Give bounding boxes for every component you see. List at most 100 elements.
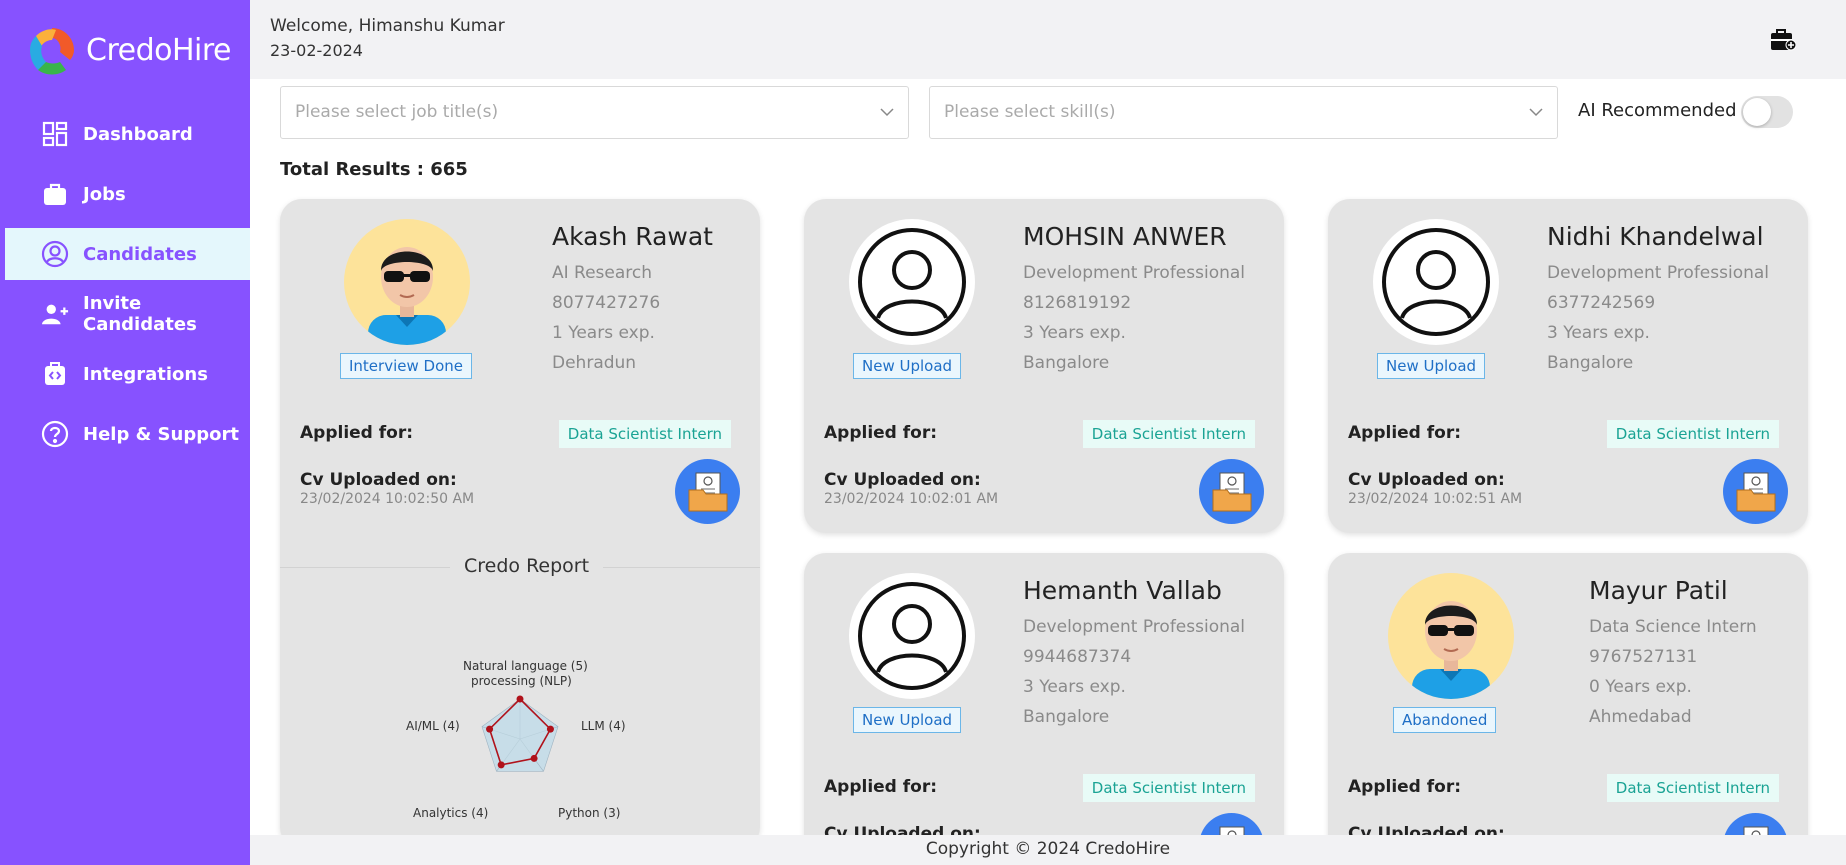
radar-point[interactable] [486, 725, 494, 733]
skills-radar-chart [481, 695, 559, 772]
candidate-phone: 8077427276 [552, 293, 661, 313]
candidate-avatar [849, 573, 975, 699]
dashboard-icon [41, 120, 69, 148]
cv-uploaded-label: Cv Uploaded on: [824, 470, 981, 490]
applied-for-label: Applied for: [1348, 777, 1462, 797]
job-tag: Data Scientist Intern [1082, 774, 1255, 802]
candidate-experience: 3 Years exp. [1547, 323, 1650, 343]
logo[interactable]: CredoHire [26, 24, 232, 76]
welcome-text: Welcome, Himanshu Kumar [270, 16, 505, 36]
candidate-phone: 9944687374 [1023, 647, 1132, 667]
sidebar-item-dashboard[interactable]: Dashboard [5, 108, 250, 160]
briefcase-plus-icon[interactable] [1770, 28, 1797, 52]
sidebar-nav: Dashboard Jobs Candidates Invite Candida… [0, 108, 250, 468]
skill-placeholder: Please select skill(s) [944, 102, 1116, 122]
briefcase-icon [41, 180, 69, 208]
candidate-location: Bangalore [1023, 707, 1110, 727]
toggle-knob [1743, 98, 1771, 126]
sidebar-item-label: Help & Support [83, 423, 239, 445]
candidate-experience: 3 Years exp. [1023, 677, 1126, 697]
candidate-phone: 6377242569 [1547, 293, 1656, 313]
candidate-experience: 3 Years exp. [1023, 323, 1126, 343]
chevron-down-icon [1529, 108, 1543, 117]
radar-label: Natural language (5) [463, 659, 588, 673]
view-cv-button[interactable] [675, 459, 740, 524]
cv-uploaded-date: 23/02/2024 10:02:51 AM [1348, 491, 1523, 507]
cv-uploaded-date: 23/02/2024 10:02:50 AM [300, 491, 475, 507]
candidate-name: Mayur Patil [1589, 576, 1728, 605]
candidate-card[interactable]: New Upload MOHSIN ANWER Development Prof… [804, 199, 1284, 533]
status-badge: New Upload [853, 353, 962, 379]
applied-for-label: Applied for: [824, 777, 938, 797]
job-title-select[interactable]: Please select job title(s) [280, 86, 909, 139]
status-badge: New Upload [1377, 353, 1486, 379]
candidate-avatar [1373, 219, 1499, 345]
default-user-icon [858, 228, 966, 336]
view-cv-button[interactable] [1723, 459, 1788, 524]
sidebar-item-integrations[interactable]: Integrations [5, 348, 250, 400]
candidate-card[interactable]: New Upload Hemanth Vallab Development Pr… [804, 553, 1284, 865]
cv-folder-icon [1736, 472, 1775, 511]
candidate-phone: 8126819192 [1023, 293, 1132, 313]
view-cv-button[interactable] [1199, 459, 1264, 524]
candidate-card[interactable]: Interview Done Akash Rawat AI Research 8… [280, 199, 760, 849]
radar-point[interactable] [546, 725, 554, 733]
candidate-location: Bangalore [1547, 353, 1634, 373]
copyright-text: Copyright © 2024 CredoHire [925, 839, 1171, 859]
candidate-avatar [344, 219, 470, 345]
top-header: Welcome, Himanshu Kumar 23-02-2024 [250, 0, 1846, 79]
candidate-role: Development Professional [1023, 617, 1246, 637]
job-title-placeholder: Please select job title(s) [295, 102, 499, 122]
chevron-down-icon [880, 108, 894, 117]
candidate-avatar [849, 219, 975, 345]
candidate-experience: 0 Years exp. [1589, 677, 1692, 697]
job-tag: Data Scientist Intern [558, 420, 731, 448]
help-icon [41, 420, 69, 448]
footer: Copyright © 2024 CredoHire [250, 835, 1846, 865]
radar-label: Python (3) [558, 806, 621, 820]
candidate-role: Development Professional [1547, 263, 1770, 283]
job-tag: Data Scientist Intern [1082, 420, 1255, 448]
sidebar-item-jobs[interactable]: Jobs [5, 168, 250, 220]
candidate-phone: 9767527131 [1589, 647, 1698, 667]
cartoon-avatar-icon [368, 247, 446, 345]
status-badge: Interview Done [340, 353, 472, 379]
radar-point[interactable] [530, 754, 538, 762]
candidate-location: Bangalore [1023, 353, 1110, 373]
job-tag: Data Scientist Intern [1606, 420, 1779, 448]
cv-folder-icon [1212, 472, 1251, 511]
cv-uploaded-label: Cv Uploaded on: [1348, 470, 1505, 490]
applied-for-label: Applied for: [824, 423, 938, 443]
radar-point[interactable] [497, 761, 505, 769]
candidate-name: Akash Rawat [552, 222, 713, 251]
radar-label: LLM (4) [581, 719, 626, 733]
main-content: Please select job title(s) Please select… [250, 79, 1846, 865]
candidate-location: Dehradun [552, 353, 637, 373]
candidate-card[interactable]: Abandoned Mayur Patil Data Science Inter… [1328, 553, 1808, 865]
skill-select[interactable]: Please select skill(s) [929, 86, 1558, 139]
radar-label: Analytics (4) [413, 806, 489, 820]
candidate-avatar [1388, 573, 1514, 699]
cv-folder-icon [688, 472, 727, 511]
sidebar-item-invite-candidates[interactable]: Invite Candidates [5, 288, 250, 340]
candidate-role: AI Research [552, 263, 653, 283]
credohire-logo-icon [30, 28, 74, 75]
total-results: Total Results : 665 [280, 159, 468, 180]
ai-recommended-toggle[interactable] [1741, 96, 1793, 128]
applied-for-label: Applied for: [1348, 423, 1462, 443]
sidebar: CredoHire Dashboard Jobs Candidates Invi… [0, 0, 250, 865]
sidebar-item-label: Dashboard [83, 123, 193, 145]
sidebar-item-help-support[interactable]: Help & Support [5, 408, 250, 460]
sidebar-item-label: Integrations [83, 363, 208, 385]
sidebar-item-label: Invite Candidates [83, 293, 197, 335]
candidate-card[interactable]: New Upload Nidhi Khandelwal Development … [1328, 199, 1808, 533]
radar-point[interactable] [516, 695, 524, 703]
sidebar-item-label: Candidates [83, 243, 197, 265]
candidate-role: Development Professional [1023, 263, 1246, 283]
status-badge: Abandoned [1393, 707, 1497, 733]
candidate-role: Data Science Intern [1589, 617, 1757, 637]
radar-label: AI/ML (4) [406, 719, 460, 733]
sidebar-item-candidates[interactable]: Candidates [5, 228, 250, 280]
status-badge: New Upload [853, 707, 962, 733]
app-name: CredoHire [86, 32, 232, 68]
